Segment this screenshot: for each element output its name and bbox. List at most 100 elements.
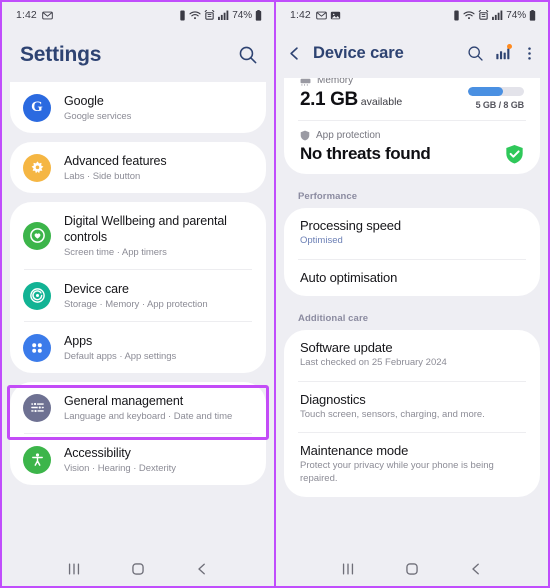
memory-value-group: 2.1 GB available <box>300 89 402 111</box>
list-item-maintenance-mode[interactable]: Maintenance mode Protect your privacy whi… <box>284 433 540 497</box>
battery-percentage: 74% <box>506 9 526 21</box>
signal-icon <box>218 10 229 20</box>
back-icon[interactable] <box>468 561 484 577</box>
page-title: Device care <box>313 43 404 62</box>
sidebar-item-label: Device care <box>64 282 129 296</box>
memory-available-suffix: available <box>360 96 403 108</box>
section-label: Additional care <box>298 312 369 324</box>
wifi-icon <box>463 11 475 20</box>
list-item-auto-optimisation[interactable]: Auto optimisation <box>284 260 540 296</box>
status-notification-icons <box>42 10 53 21</box>
search-button[interactable] <box>238 45 258 65</box>
memory-label: Memory <box>317 78 354 86</box>
google-icon: G <box>23 93 51 122</box>
sidebar-item-advanced-features[interactable]: Advanced features Labs · Side button <box>10 142 266 193</box>
vibrate-icon <box>454 10 459 20</box>
list-item-diagnostics[interactable]: Diagnostics Touch screen, sensors, chargi… <box>284 382 540 433</box>
vibrate-icon <box>180 10 185 20</box>
list-item-sublabel: Touch screen, sensors, charging, and mor… <box>300 408 485 420</box>
memory-ratio-label: 5 GB / 8 GB <box>475 100 525 110</box>
sidebar-item-sublabel: Default apps · App settings <box>64 351 177 362</box>
status-time: 1:42 <box>16 9 37 21</box>
sidebar-item-general-management[interactable]: General management Language and keyboard … <box>10 382 266 433</box>
sidebar-item-google[interactable]: G Google Google services <box>10 82 266 133</box>
memory-value-row: 2.1 GB available 5 GB / 8 GB <box>284 86 540 120</box>
sidebar-item-text: Accessibility Vision · Hearing · Dexterit… <box>64 445 252 474</box>
settings-card: Advanced features Labs · Side button <box>10 142 266 193</box>
app-protection-section[interactable]: App protection No threats found <box>284 121 540 174</box>
back-arrow-icon <box>290 46 298 60</box>
battery-icon <box>529 9 536 21</box>
settings-header: Settings <box>2 28 274 82</box>
messages-icon <box>316 11 327 19</box>
stats-badge-dot <box>507 44 512 49</box>
list-item-software-update[interactable]: Software update Last checked on 25 Februa… <box>284 330 540 381</box>
app-protection-status-row: No threats found <box>284 141 540 174</box>
sidebar-item-apps[interactable]: Apps Default apps · App settings <box>10 322 266 373</box>
status-bar-right: 1:42 74% <box>276 2 548 28</box>
apps-icon <box>23 333 51 362</box>
recents-icon[interactable] <box>340 561 356 577</box>
memory-progress-bar <box>468 87 524 96</box>
stats-button[interactable] <box>495 44 512 61</box>
list-item-label: Maintenance mode <box>300 443 409 459</box>
app-protection-label: App protection <box>316 130 381 141</box>
sidebar-item-label: Google <box>64 94 104 108</box>
home-icon[interactable] <box>404 561 420 577</box>
list-item-processing-speed[interactable]: Processing speed Optimised <box>284 208 540 259</box>
memory-label-row: Memory <box>284 78 540 86</box>
device-care-screen-panel: 1:42 74% Device care Memory 2.1 GB avail… <box>275 0 550 588</box>
settings-card: G Google Google services <box>10 82 266 133</box>
status-system-icons: 74% <box>453 9 536 21</box>
search-button[interactable] <box>467 45 484 62</box>
sidebar-item-sublabel: Storage · Memory · App protection <box>64 299 208 310</box>
list-item-label: Processing speed <box>300 218 401 233</box>
sidebar-item-text: Device care Storage · Memory · App protec… <box>64 281 252 310</box>
section-card: Software update Last checked on 25 Februa… <box>284 329 540 498</box>
settings-card: Digital Wellbeing and parental controls S… <box>10 202 266 373</box>
sidebar-item-text: Advanced features Labs · Side button <box>64 153 252 182</box>
back-button[interactable] <box>286 45 303 62</box>
memory-progress-fill <box>468 87 503 96</box>
sidebar-item-label: Advanced features <box>64 154 167 168</box>
memory-available-value: 2.1 GB <box>300 89 358 110</box>
sidebar-item-text: Apps Default apps · App settings <box>64 333 252 362</box>
sidebar-item-digital-wellbeing-and-parental-controls[interactable]: Digital Wellbeing and parental controls S… <box>10 202 266 269</box>
app-protection-label-row: App protection <box>284 121 540 141</box>
battery-percentage: 74% <box>232 9 252 21</box>
sidebar-item-accessibility[interactable]: Accessibility Vision · Hearing · Dexterit… <box>10 434 266 485</box>
nav-bar-left <box>2 552 274 586</box>
status-summary-card: Memory 2.1 GB available 5 GB / 8 GB App … <box>284 78 540 174</box>
device-care-content[interactable]: Memory 2.1 GB available 5 GB / 8 GB App … <box>276 78 548 552</box>
recents-icon[interactable] <box>66 561 82 577</box>
signal-icon <box>492 10 503 20</box>
more-options-button[interactable] <box>522 46 537 61</box>
home-icon[interactable] <box>130 561 146 577</box>
list-item-sublabel: Last checked on 25 February 2024 <box>300 356 447 368</box>
sidebar-item-sublabel: Vision · Hearing · Dexterity <box>64 463 176 474</box>
device-care-header: Device care <box>276 28 548 78</box>
advanced-features-icon <box>23 153 51 182</box>
sidebar-item-text: Google Google services <box>64 93 252 122</box>
status-notification-icons <box>316 10 341 21</box>
list-item-label: Auto optimisation <box>300 269 398 285</box>
wifi-icon <box>189 11 201 20</box>
general-management-icon <box>23 393 51 422</box>
list-item-label: Software update <box>300 339 393 355</box>
app-protection-status: No threats found <box>300 144 431 163</box>
messages-icon <box>42 11 53 19</box>
memory-usage-group: 5 GB / 8 GB <box>468 87 524 111</box>
settings-card-group: G Google Google services Advanced features L… <box>2 82 274 485</box>
hotspot-icon <box>204 9 215 20</box>
status-bar-left: 1:42 74% <box>2 2 274 28</box>
sidebar-item-text: Digital Wellbeing and parental controls S… <box>64 213 252 258</box>
sidebar-item-device-care[interactable]: Device care Storage · Memory · App protec… <box>10 270 266 321</box>
back-icon[interactable] <box>194 561 210 577</box>
search-icon <box>239 46 257 64</box>
accessibility-icon <box>23 445 51 474</box>
settings-list[interactable]: G Google Google services Advanced features L… <box>2 82 274 552</box>
memory-section[interactable]: Memory 2.1 GB available 5 GB / 8 GB <box>284 78 540 120</box>
sidebar-item-label: Accessibility <box>64 446 131 460</box>
search-icon <box>468 45 483 61</box>
section-card: Processing speed Optimised Auto optimisati… <box>284 208 540 296</box>
